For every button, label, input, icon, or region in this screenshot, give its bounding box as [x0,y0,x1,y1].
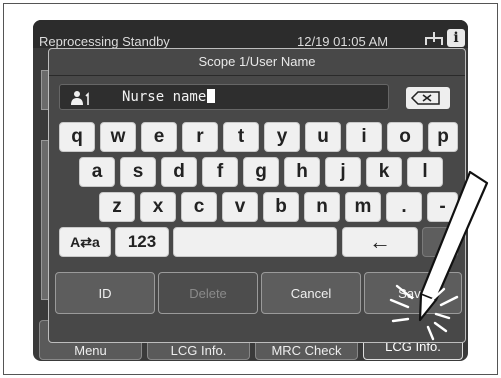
datetime: 12/19 01:05 AM [297,34,389,49]
key-m[interactable]: m [345,192,381,222]
key-b[interactable]: b [263,192,299,222]
input-value-wrap: Nurse name [122,89,216,105]
key-l[interactable]: l [407,157,443,187]
delete-button: Delete [158,272,258,314]
key-q[interactable]: q [59,122,95,152]
key-v[interactable]: v [222,192,258,222]
mode-status: Reprocessing Standby [39,34,170,49]
key-i[interactable]: i [346,122,382,152]
key-r[interactable]: r [182,122,218,152]
key-a[interactable]: a [79,157,115,187]
key-j[interactable]: j [325,157,361,187]
device-screen: Reprocessing Standby 12/19 01:05 AM i Me… [33,20,468,361]
key-f[interactable]: f [202,157,238,187]
key-hyphen[interactable]: - [427,192,458,222]
status-bar: Reprocessing Standby 12/19 01:05 AM i [33,20,468,49]
key-u[interactable]: u [305,122,341,152]
key-o[interactable]: o [387,122,423,152]
network-icon [425,32,443,45]
key-p[interactable]: p [428,122,458,152]
key-y[interactable]: y [264,122,300,152]
key-h[interactable]: h [284,157,320,187]
space-key[interactable] [173,227,337,257]
user-icon [71,91,89,105]
left-arrow-key[interactable]: ← [342,227,418,257]
cancel-button[interactable]: Cancel [261,272,361,314]
id-button[interactable]: ID [55,272,155,314]
key-e[interactable]: e [141,122,177,152]
save-button[interactable]: Save [364,272,462,314]
backspace-icon [410,91,440,105]
key-g[interactable]: g [243,157,279,187]
key-w[interactable]: w [100,122,136,152]
input-value: Nurse name [122,89,207,105]
key-k[interactable]: k [366,157,402,187]
case-toggle-key[interactable]: A⇄a [59,227,111,257]
backspace-button[interactable] [406,87,450,109]
info-button[interactable]: i [447,29,465,47]
right-arrow-key [422,227,458,257]
key-n[interactable]: n [304,192,340,222]
text-cursor [207,89,216,103]
key-t[interactable]: t [223,122,259,152]
key-x[interactable]: x [140,192,176,222]
key-d[interactable]: d [161,157,197,187]
key-s[interactable]: s [120,157,156,187]
numbers-key[interactable]: 123 [115,227,169,257]
user-name-dialog: Scope 1/User Name Nurse name q w e r t y… [48,48,466,343]
key-period[interactable]: . [386,192,422,222]
dialog-title: Scope 1/User Name [198,54,316,69]
key-z[interactable]: z [99,192,135,222]
title-divider [49,75,465,76]
key-c[interactable]: c [181,192,217,222]
user-name-input[interactable]: Nurse name [59,84,389,110]
